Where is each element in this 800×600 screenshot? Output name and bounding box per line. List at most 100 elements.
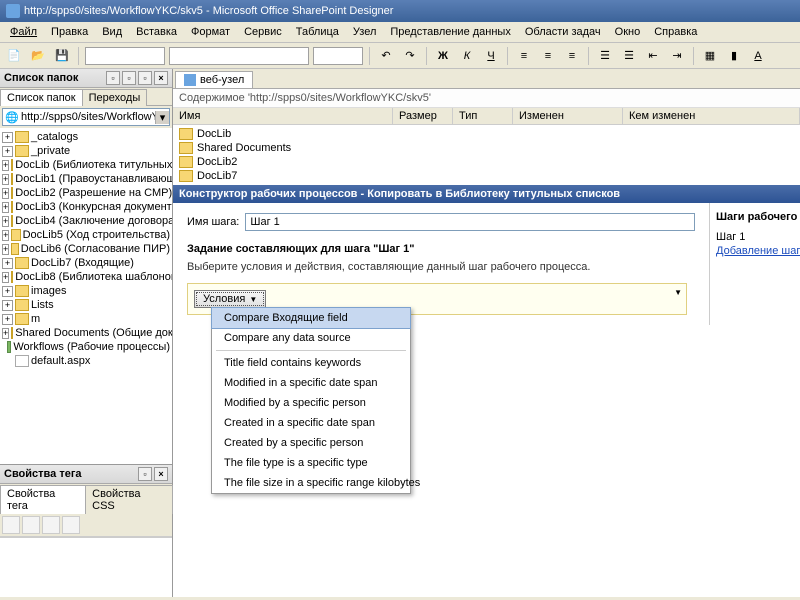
indent-icon[interactable]: ⇥: [667, 46, 687, 66]
menu-view[interactable]: Вид: [96, 24, 128, 40]
menu-window[interactable]: Окно: [609, 24, 647, 40]
tree-item[interactable]: +DocLib4 (Заключение договора: [2, 214, 170, 228]
align-center-icon[interactable]: ≡: [538, 46, 558, 66]
menu-item[interactable]: Modified by a specific person: [212, 393, 410, 413]
fontcolor-icon[interactable]: A: [748, 46, 768, 66]
tree-item[interactable]: +DocLib6 (Согласование ПИР): [2, 242, 170, 256]
props-btn-icon[interactable]: ▫: [138, 467, 152, 481]
tree-item[interactable]: +DocLib3 (Конкурсная документ: [2, 200, 170, 214]
col-modified[interactable]: Изменен: [513, 108, 623, 124]
tab-cssprops[interactable]: Свойства CSS: [85, 485, 173, 514]
col-type[interactable]: Тип: [453, 108, 513, 124]
expand-icon[interactable]: +: [2, 272, 9, 283]
new-icon[interactable]: 📄: [4, 46, 24, 66]
borders-icon[interactable]: ▦: [700, 46, 720, 66]
menu-dataview[interactable]: Представление данных: [384, 24, 516, 40]
file-row[interactable]: Shared Documents: [179, 141, 794, 155]
tree-item[interactable]: +DocLib5 (Ход строительства): [2, 228, 170, 242]
align-left-icon[interactable]: ≡: [514, 46, 534, 66]
redo-icon[interactable]: ↷: [400, 46, 420, 66]
menu-item[interactable]: Compare any data source: [212, 328, 410, 348]
menu-item[interactable]: Created in a specific date span: [212, 413, 410, 433]
expand-icon[interactable]: +: [2, 202, 9, 213]
menu-edit[interactable]: Правка: [45, 24, 94, 40]
address-dropdown-icon[interactable]: ▾: [155, 111, 169, 124]
italic-icon[interactable]: К: [457, 46, 477, 66]
tab-tagprops[interactable]: Свойства тега: [0, 485, 86, 514]
expand-icon[interactable]: +: [2, 244, 9, 255]
tree-item[interactable]: default.aspx: [2, 354, 170, 368]
props-close-icon[interactable]: ×: [154, 467, 168, 481]
expand-icon[interactable]: +: [2, 174, 9, 185]
numbering-icon[interactable]: ☰: [619, 46, 639, 66]
menu-item[interactable]: Title field contains keywords: [212, 353, 410, 373]
tree-item[interactable]: +DocLib (Библиотека титульных: [2, 158, 170, 172]
expand-icon[interactable]: +: [2, 160, 9, 171]
col-name[interactable]: Имя: [173, 108, 393, 124]
menu-file[interactable]: Файл: [4, 24, 43, 40]
tab-navigation[interactable]: Переходы: [82, 89, 148, 106]
tree-item[interactable]: +m: [2, 312, 170, 326]
menu-item[interactable]: The file size in a specific range kiloby…: [212, 473, 410, 493]
col-modifiedby[interactable]: Кем изменен: [623, 108, 800, 124]
menu-site[interactable]: Узел: [347, 24, 382, 40]
expand-icon[interactable]: +: [2, 314, 13, 325]
bullets-icon[interactable]: ☰: [595, 46, 615, 66]
expand-icon[interactable]: +: [2, 300, 13, 311]
expand-icon[interactable]: +: [2, 328, 9, 339]
highlight-icon[interactable]: ▮: [724, 46, 744, 66]
menu-tools[interactable]: Сервис: [238, 24, 288, 40]
tree-item[interactable]: +_private: [2, 144, 170, 158]
step-name-input[interactable]: [245, 213, 695, 231]
panel-close-icon[interactable]: ×: [154, 71, 168, 85]
tree-item[interactable]: +_catalogs: [2, 130, 170, 144]
menu-table[interactable]: Таблица: [290, 24, 345, 40]
size-combo[interactable]: [313, 47, 363, 65]
menu-taskpanes[interactable]: Области задач: [519, 24, 607, 40]
menu-item[interactable]: The file type is a specific type: [212, 453, 410, 473]
address-bar[interactable]: 🌐 http://spps0/sites/WorkflowYKC/skv ▾: [2, 108, 170, 126]
tree-item[interactable]: +DocLib8 (Библиотека шаблонов: [2, 270, 170, 284]
undo-icon[interactable]: ↶: [376, 46, 396, 66]
file-row[interactable]: DocLib: [179, 127, 794, 141]
file-row[interactable]: DocLib7: [179, 169, 794, 183]
panel-btn2-icon[interactable]: ▫: [122, 71, 136, 85]
tree-item[interactable]: Workflows (Рабочие процессы): [2, 340, 170, 354]
doc-tab-website[interactable]: веб-узел: [175, 71, 253, 88]
outdent-icon[interactable]: ⇤: [643, 46, 663, 66]
expand-icon[interactable]: +: [2, 216, 9, 227]
props-tb3-icon[interactable]: [42, 516, 60, 534]
conditions-button[interactable]: Условия ▼: [194, 290, 266, 308]
bold-icon[interactable]: Ж: [433, 46, 453, 66]
style-combo[interactable]: [85, 47, 165, 65]
expand-icon[interactable]: +: [2, 188, 9, 199]
expand-icon[interactable]: +: [2, 132, 13, 143]
file-row[interactable]: DocLib2: [179, 155, 794, 169]
menu-format[interactable]: Формат: [185, 24, 236, 40]
tree-item[interactable]: +DocLib1 (Правоустанавливающ: [2, 172, 170, 186]
font-combo[interactable]: [169, 47, 309, 65]
menu-item[interactable]: Compare Входящие field: [211, 307, 411, 329]
props-tb1-icon[interactable]: [2, 516, 20, 534]
expand-icon[interactable]: +: [2, 286, 13, 297]
underline-icon[interactable]: Ч: [481, 46, 501, 66]
tree-item[interactable]: +DocLib2 (Разрешение на СМР): [2, 186, 170, 200]
expand-icon[interactable]: +: [2, 146, 13, 157]
panel-btn1-icon[interactable]: ▫: [106, 71, 120, 85]
tree-item[interactable]: +DocLib7 (Входящие): [2, 256, 170, 270]
expand-icon[interactable]: +: [2, 258, 13, 269]
col-size[interactable]: Размер: [393, 108, 453, 124]
tree-item[interactable]: +images: [2, 284, 170, 298]
area-dropdown-icon[interactable]: ▼: [674, 288, 682, 297]
menu-item[interactable]: Created by a specific person: [212, 433, 410, 453]
add-step-link[interactable]: Добавление шага р: [716, 245, 800, 257]
props-tb2-icon[interactable]: [22, 516, 40, 534]
menu-item[interactable]: Modified in a specific date span: [212, 373, 410, 393]
menu-help[interactable]: Справка: [648, 24, 703, 40]
align-right-icon[interactable]: ≡: [562, 46, 582, 66]
save-icon[interactable]: 💾: [52, 46, 72, 66]
props-tb4-icon[interactable]: [62, 516, 80, 534]
expand-icon[interactable]: +: [2, 230, 9, 241]
tab-folderlist[interactable]: Список папок: [0, 89, 83, 106]
steps-current[interactable]: Шаг 1: [716, 229, 794, 245]
